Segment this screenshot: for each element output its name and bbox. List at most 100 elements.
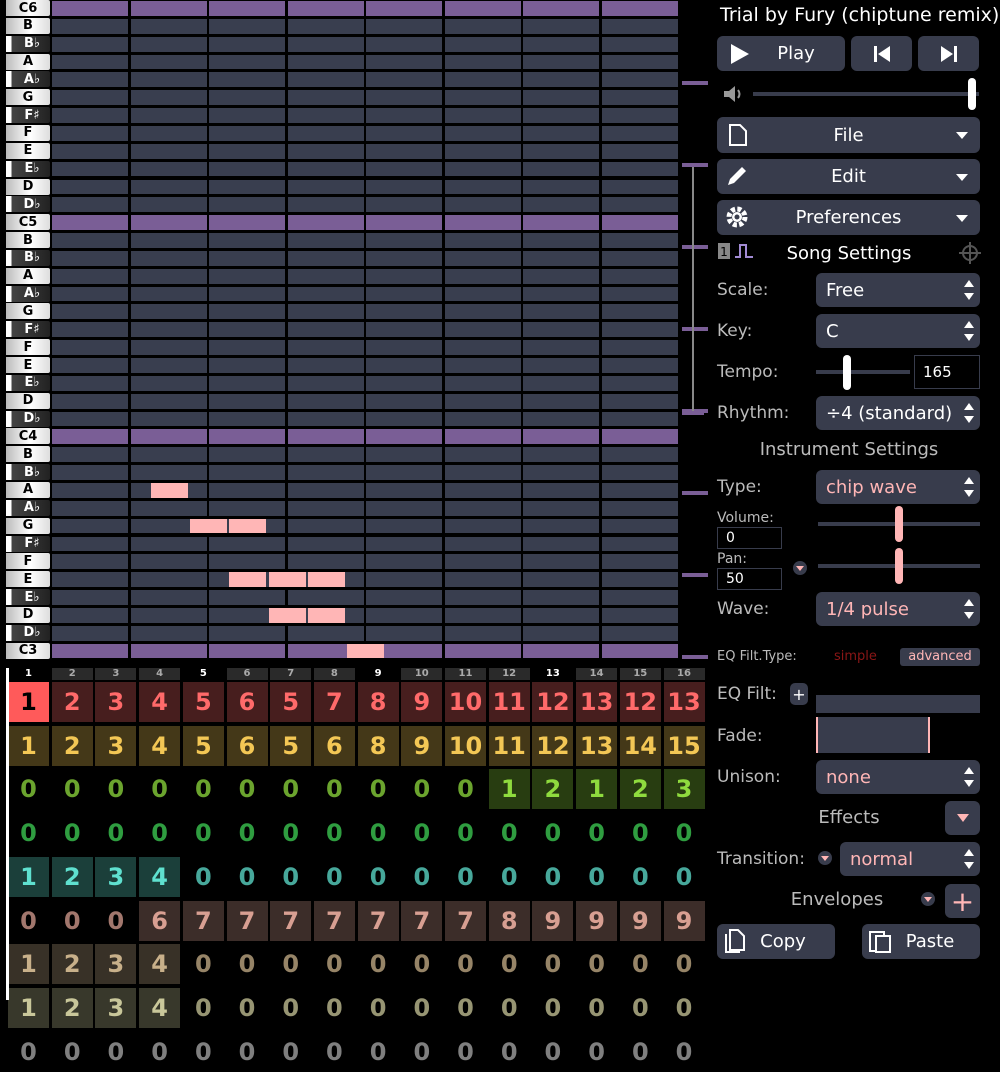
piano-key[interactable]: D♭ (6, 196, 50, 213)
pattern-cell[interactable] (601, 375, 678, 391)
piano-key[interactable]: G (6, 303, 50, 320)
pattern-cell[interactable] (52, 304, 128, 320)
pattern-cell[interactable] (130, 286, 207, 302)
sequencer-cell[interactable]: 0 (139, 1032, 180, 1072)
sequencer-cell[interactable]: 4 (139, 725, 181, 766)
pattern-cell[interactable] (52, 607, 128, 623)
pattern-cell[interactable] (601, 447, 678, 463)
sequencer-cell[interactable]: 4 (139, 856, 181, 897)
pattern-cell[interactable] (52, 411, 128, 427)
pattern-cell[interactable] (444, 518, 521, 534)
pattern-cell[interactable] (601, 536, 678, 552)
pattern-cell[interactable] (366, 125, 442, 141)
pattern-cell[interactable] (52, 125, 128, 141)
pattern-cell[interactable] (366, 482, 442, 498)
pattern-cell[interactable] (444, 607, 521, 623)
sequencer-cell[interactable]: 0 (227, 944, 268, 984)
wave-select[interactable]: 1/4 pulse (816, 592, 980, 626)
piano-key[interactable]: D♭ (6, 624, 50, 641)
unison-select[interactable]: none (816, 760, 980, 794)
sequencer-cell[interactable]: 0 (8, 813, 49, 853)
piano-key[interactable]: A (6, 481, 50, 498)
sequencer-cell[interactable]: 2 (619, 769, 661, 810)
add-eq-filter-button[interactable]: + (790, 683, 808, 705)
pattern-cell[interactable] (523, 500, 599, 516)
sequencer-cell[interactable]: 2 (51, 725, 93, 766)
pattern-cell[interactable] (209, 482, 285, 498)
effects-dropdown-button[interactable] (945, 801, 980, 835)
sequencer-cell[interactable]: 0 (489, 813, 530, 853)
pattern-cell[interactable] (209, 554, 285, 570)
pattern-cell[interactable] (287, 286, 364, 302)
pattern-cell[interactable] (444, 482, 521, 498)
pattern-cell[interactable] (52, 1, 128, 16)
pattern-cell[interactable] (444, 590, 521, 605)
pattern-cell[interactable] (52, 215, 128, 231)
pattern-cell[interactable] (130, 411, 207, 427)
piano-key[interactable]: F (6, 124, 50, 141)
pattern-cell[interactable] (287, 411, 364, 427)
pattern-cell[interactable] (52, 286, 128, 302)
sequencer-cell[interactable]: 9 (663, 900, 705, 941)
pattern-cell[interactable] (130, 54, 207, 70)
pattern-cell[interactable] (601, 429, 678, 445)
bar-number[interactable]: 7 (270, 668, 312, 680)
master-volume-slider[interactable] (968, 78, 977, 110)
sequencer-cell[interactable]: 6 (226, 725, 268, 766)
pattern-cell[interactable] (601, 411, 678, 427)
pattern-cell[interactable] (209, 268, 285, 284)
sequencer-cell[interactable]: 0 (270, 944, 311, 984)
pattern-cell[interactable] (287, 215, 364, 231)
sequencer-cell[interactable]: 0 (270, 857, 311, 897)
pattern-cell[interactable] (601, 90, 678, 106)
pattern-cell[interactable] (601, 250, 678, 266)
key-select[interactable]: C (816, 314, 980, 348)
pattern-cell[interactable] (366, 465, 442, 480)
pattern-cell[interactable] (366, 447, 442, 463)
piano-key[interactable]: C4 (6, 428, 50, 445)
pattern-cell[interactable] (287, 108, 364, 123)
rhythm-select[interactable]: ÷4 (standard) (816, 396, 980, 430)
pattern-cell[interactable] (130, 340, 207, 355)
sequencer-cell[interactable]: 12 (532, 725, 574, 766)
sequencer-cell[interactable]: 0 (532, 988, 573, 1028)
sequencer-cell[interactable]: 9 (576, 900, 618, 941)
sequencer-cell[interactable]: 6 (313, 725, 355, 766)
pattern-cell[interactable] (444, 304, 521, 320)
pattern-cell[interactable] (130, 393, 207, 409)
pattern-cell[interactable] (209, 108, 285, 123)
pattern-cell[interactable] (209, 536, 285, 552)
pattern-cell[interactable] (523, 18, 599, 34)
bar-number[interactable]: 2 (51, 668, 93, 680)
sequencer-cell[interactable]: 5 (270, 682, 312, 722)
sequencer-cell[interactable]: 0 (489, 944, 530, 984)
sequencer-cell[interactable]: 0 (489, 857, 530, 897)
sequencer-cell[interactable]: 0 (576, 857, 617, 897)
pattern-cell[interactable] (130, 143, 207, 159)
pattern-cell[interactable] (209, 500, 285, 516)
sequencer-cell[interactable]: 6 (139, 900, 181, 941)
sequencer-cell[interactable]: 7 (182, 900, 224, 941)
pattern-cell[interactable] (287, 322, 364, 338)
sequencer-cell[interactable]: 0 (270, 988, 311, 1028)
pattern-cell[interactable] (287, 429, 364, 445)
pattern-cell[interactable] (444, 250, 521, 266)
pattern-cell[interactable] (601, 304, 678, 320)
tempo-slider[interactable] (843, 355, 852, 390)
pattern-cell[interactable] (444, 286, 521, 302)
bar-number[interactable]: 3 (95, 668, 137, 680)
pattern-cell[interactable] (601, 518, 678, 534)
bar-number[interactable]: 8 (313, 668, 355, 680)
bar-number[interactable]: 15 (619, 668, 661, 680)
pattern-cell[interactable] (130, 250, 207, 266)
fade-envelope-editor[interactable] (816, 717, 930, 753)
previous-bar-button[interactable] (851, 36, 912, 71)
pattern-cell[interactable] (601, 143, 678, 159)
pattern-cell[interactable] (601, 554, 678, 570)
sequencer-cell[interactable]: 0 (8, 769, 49, 809)
piano-key[interactable]: G (6, 517, 50, 534)
sequencer-cell[interactable]: 0 (314, 1032, 355, 1072)
sequencer-cell[interactable]: 0 (314, 769, 355, 809)
sequencer-cell[interactable]: 0 (401, 944, 442, 984)
sequencer-cell[interactable]: 1 (8, 987, 49, 1028)
